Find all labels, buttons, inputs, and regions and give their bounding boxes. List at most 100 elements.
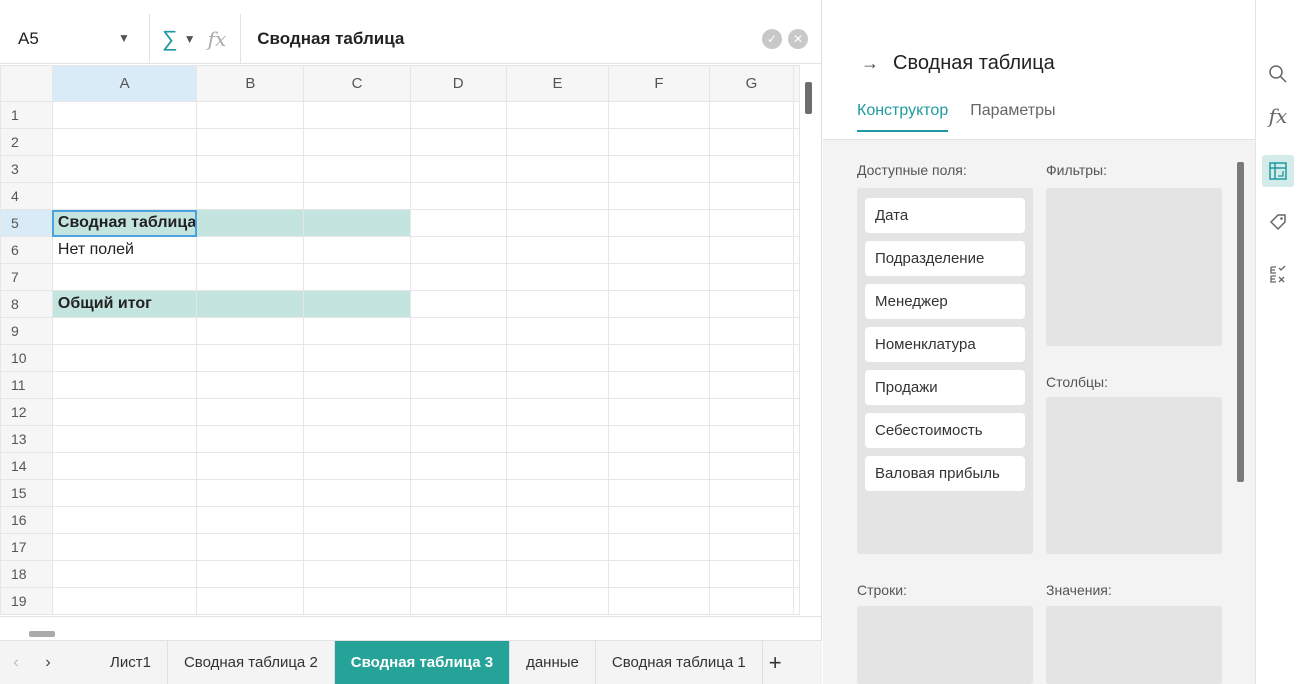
cell-d11[interactable] [409, 371, 507, 399]
cell-b6[interactable] [196, 236, 305, 264]
cell-f2[interactable] [608, 128, 710, 156]
cell-b8[interactable] [196, 290, 305, 318]
cell-c4[interactable] [303, 182, 411, 210]
sheet-tab[interactable]: Сводная таблица 1 [596, 640, 763, 684]
cell-g4[interactable] [708, 182, 795, 210]
row-header-12[interactable]: 12 [0, 398, 53, 426]
cell-e6[interactable] [505, 236, 610, 264]
cell-e18[interactable] [505, 560, 610, 588]
tag-icon[interactable] [1262, 206, 1294, 238]
cell-d17[interactable] [409, 533, 507, 561]
cell-f5[interactable] [608, 209, 710, 237]
cell-c16[interactable] [303, 506, 411, 534]
cell-f7[interactable] [608, 263, 710, 291]
cell-d6[interactable] [409, 236, 507, 264]
cell-c18[interactable] [303, 560, 411, 588]
add-sheet-icon[interactable]: + [763, 650, 782, 676]
cell-d14[interactable] [409, 452, 507, 480]
column-header-e[interactable]: E [505, 65, 610, 102]
cell-b5[interactable] [196, 209, 305, 237]
cell-f17[interactable] [608, 533, 710, 561]
row-header-2[interactable]: 2 [0, 128, 53, 156]
cell-c14[interactable] [303, 452, 411, 480]
cell-c10[interactable] [303, 344, 411, 372]
cell-d5[interactable] [409, 209, 507, 237]
row-header-19[interactable]: 19 [0, 587, 53, 615]
cell-e13[interactable] [505, 425, 610, 453]
sheet-tab[interactable]: данные [510, 640, 596, 684]
cell-f16[interactable] [608, 506, 710, 534]
grid-table[interactable]: ABCDEFG 1 2 3 4 5 Сводная таблица 6 Нет полей 7 8… [0, 65, 800, 615]
cell-d2[interactable] [409, 128, 507, 156]
cell-f19[interactable] [608, 587, 710, 615]
cell-f6[interactable] [608, 236, 710, 264]
column-header-g[interactable]: G [708, 65, 795, 102]
cell-d18[interactable] [409, 560, 507, 588]
cell-b18[interactable] [196, 560, 305, 588]
cell-e10[interactable] [505, 344, 610, 372]
cell-d10[interactable] [409, 344, 507, 372]
cell-f11[interactable] [608, 371, 710, 399]
cell-d7[interactable] [409, 263, 507, 291]
cancel-icon[interactable]: ✕ [788, 28, 808, 49]
cell-f1[interactable] [608, 101, 710, 129]
function-icon[interactable]: fx [208, 27, 227, 51]
cell-e3[interactable] [505, 155, 610, 183]
cell-a1[interactable] [51, 101, 198, 129]
cell-e16[interactable] [505, 506, 610, 534]
cell-g3[interactable] [708, 155, 795, 183]
cell-e9[interactable] [505, 317, 610, 345]
cell-e19[interactable] [505, 587, 610, 615]
cell-e15[interactable] [505, 479, 610, 507]
cell-b15[interactable] [196, 479, 305, 507]
cell-a8[interactable]: Общий итог [51, 290, 198, 318]
cell-b9[interactable] [196, 317, 305, 345]
cell-e2[interactable] [505, 128, 610, 156]
cell-b1[interactable] [196, 101, 305, 129]
row-header-3[interactable]: 3 [0, 155, 53, 183]
cell-g15[interactable] [708, 479, 795, 507]
cell-b13[interactable] [196, 425, 305, 453]
cell-e11[interactable] [505, 371, 610, 399]
cell-b2[interactable] [196, 128, 305, 156]
cell-b11[interactable] [196, 371, 305, 399]
cell-g1[interactable] [708, 101, 795, 129]
vertical-scrollbar[interactable] [805, 82, 812, 114]
rows-drop-zone[interactable] [857, 606, 1033, 684]
column-header-c[interactable]: C [303, 65, 411, 102]
cell-a18[interactable] [51, 560, 198, 588]
column-header-f[interactable]: F [608, 65, 710, 102]
cell-b19[interactable] [196, 587, 305, 615]
cell-a13[interactable] [51, 425, 198, 453]
field-item[interactable]: Дата [865, 198, 1025, 233]
cell-e8[interactable] [505, 290, 610, 318]
field-item[interactable]: Номенклатура [865, 327, 1025, 362]
cell-c15[interactable] [303, 479, 411, 507]
confirm-icon[interactable]: ✓ [762, 28, 782, 49]
cell-d19[interactable] [409, 587, 507, 615]
next-sheet-icon[interactable]: › [32, 654, 64, 672]
cell-g8[interactable] [708, 290, 795, 318]
cell-d13[interactable] [409, 425, 507, 453]
cell-b3[interactable] [196, 155, 305, 183]
prev-sheet-icon[interactable]: ‹ [0, 654, 32, 672]
row-header-5[interactable]: 5 [0, 209, 53, 237]
filters-drop-zone[interactable] [1046, 188, 1222, 346]
cell-g17[interactable] [708, 533, 795, 561]
chevron-down-icon[interactable]: ▼ [184, 32, 196, 46]
cell-reference-box[interactable]: A5 ▼ [0, 13, 150, 64]
field-item[interactable]: Продажи [865, 370, 1025, 405]
cell-c12[interactable] [303, 398, 411, 426]
cell-c7[interactable] [303, 263, 411, 291]
function-icon[interactable]: fx [1262, 100, 1294, 132]
cell-a12[interactable] [51, 398, 198, 426]
cell-f15[interactable] [608, 479, 710, 507]
cell-f18[interactable] [608, 560, 710, 588]
cell-c3[interactable] [303, 155, 411, 183]
cell-g19[interactable] [708, 587, 795, 615]
cell-b12[interactable] [196, 398, 305, 426]
cell-d4[interactable] [409, 182, 507, 210]
row-header-1[interactable]: 1 [0, 101, 53, 129]
cell-f10[interactable] [608, 344, 710, 372]
panel-tab-designer[interactable]: Конструктор [857, 102, 949, 132]
